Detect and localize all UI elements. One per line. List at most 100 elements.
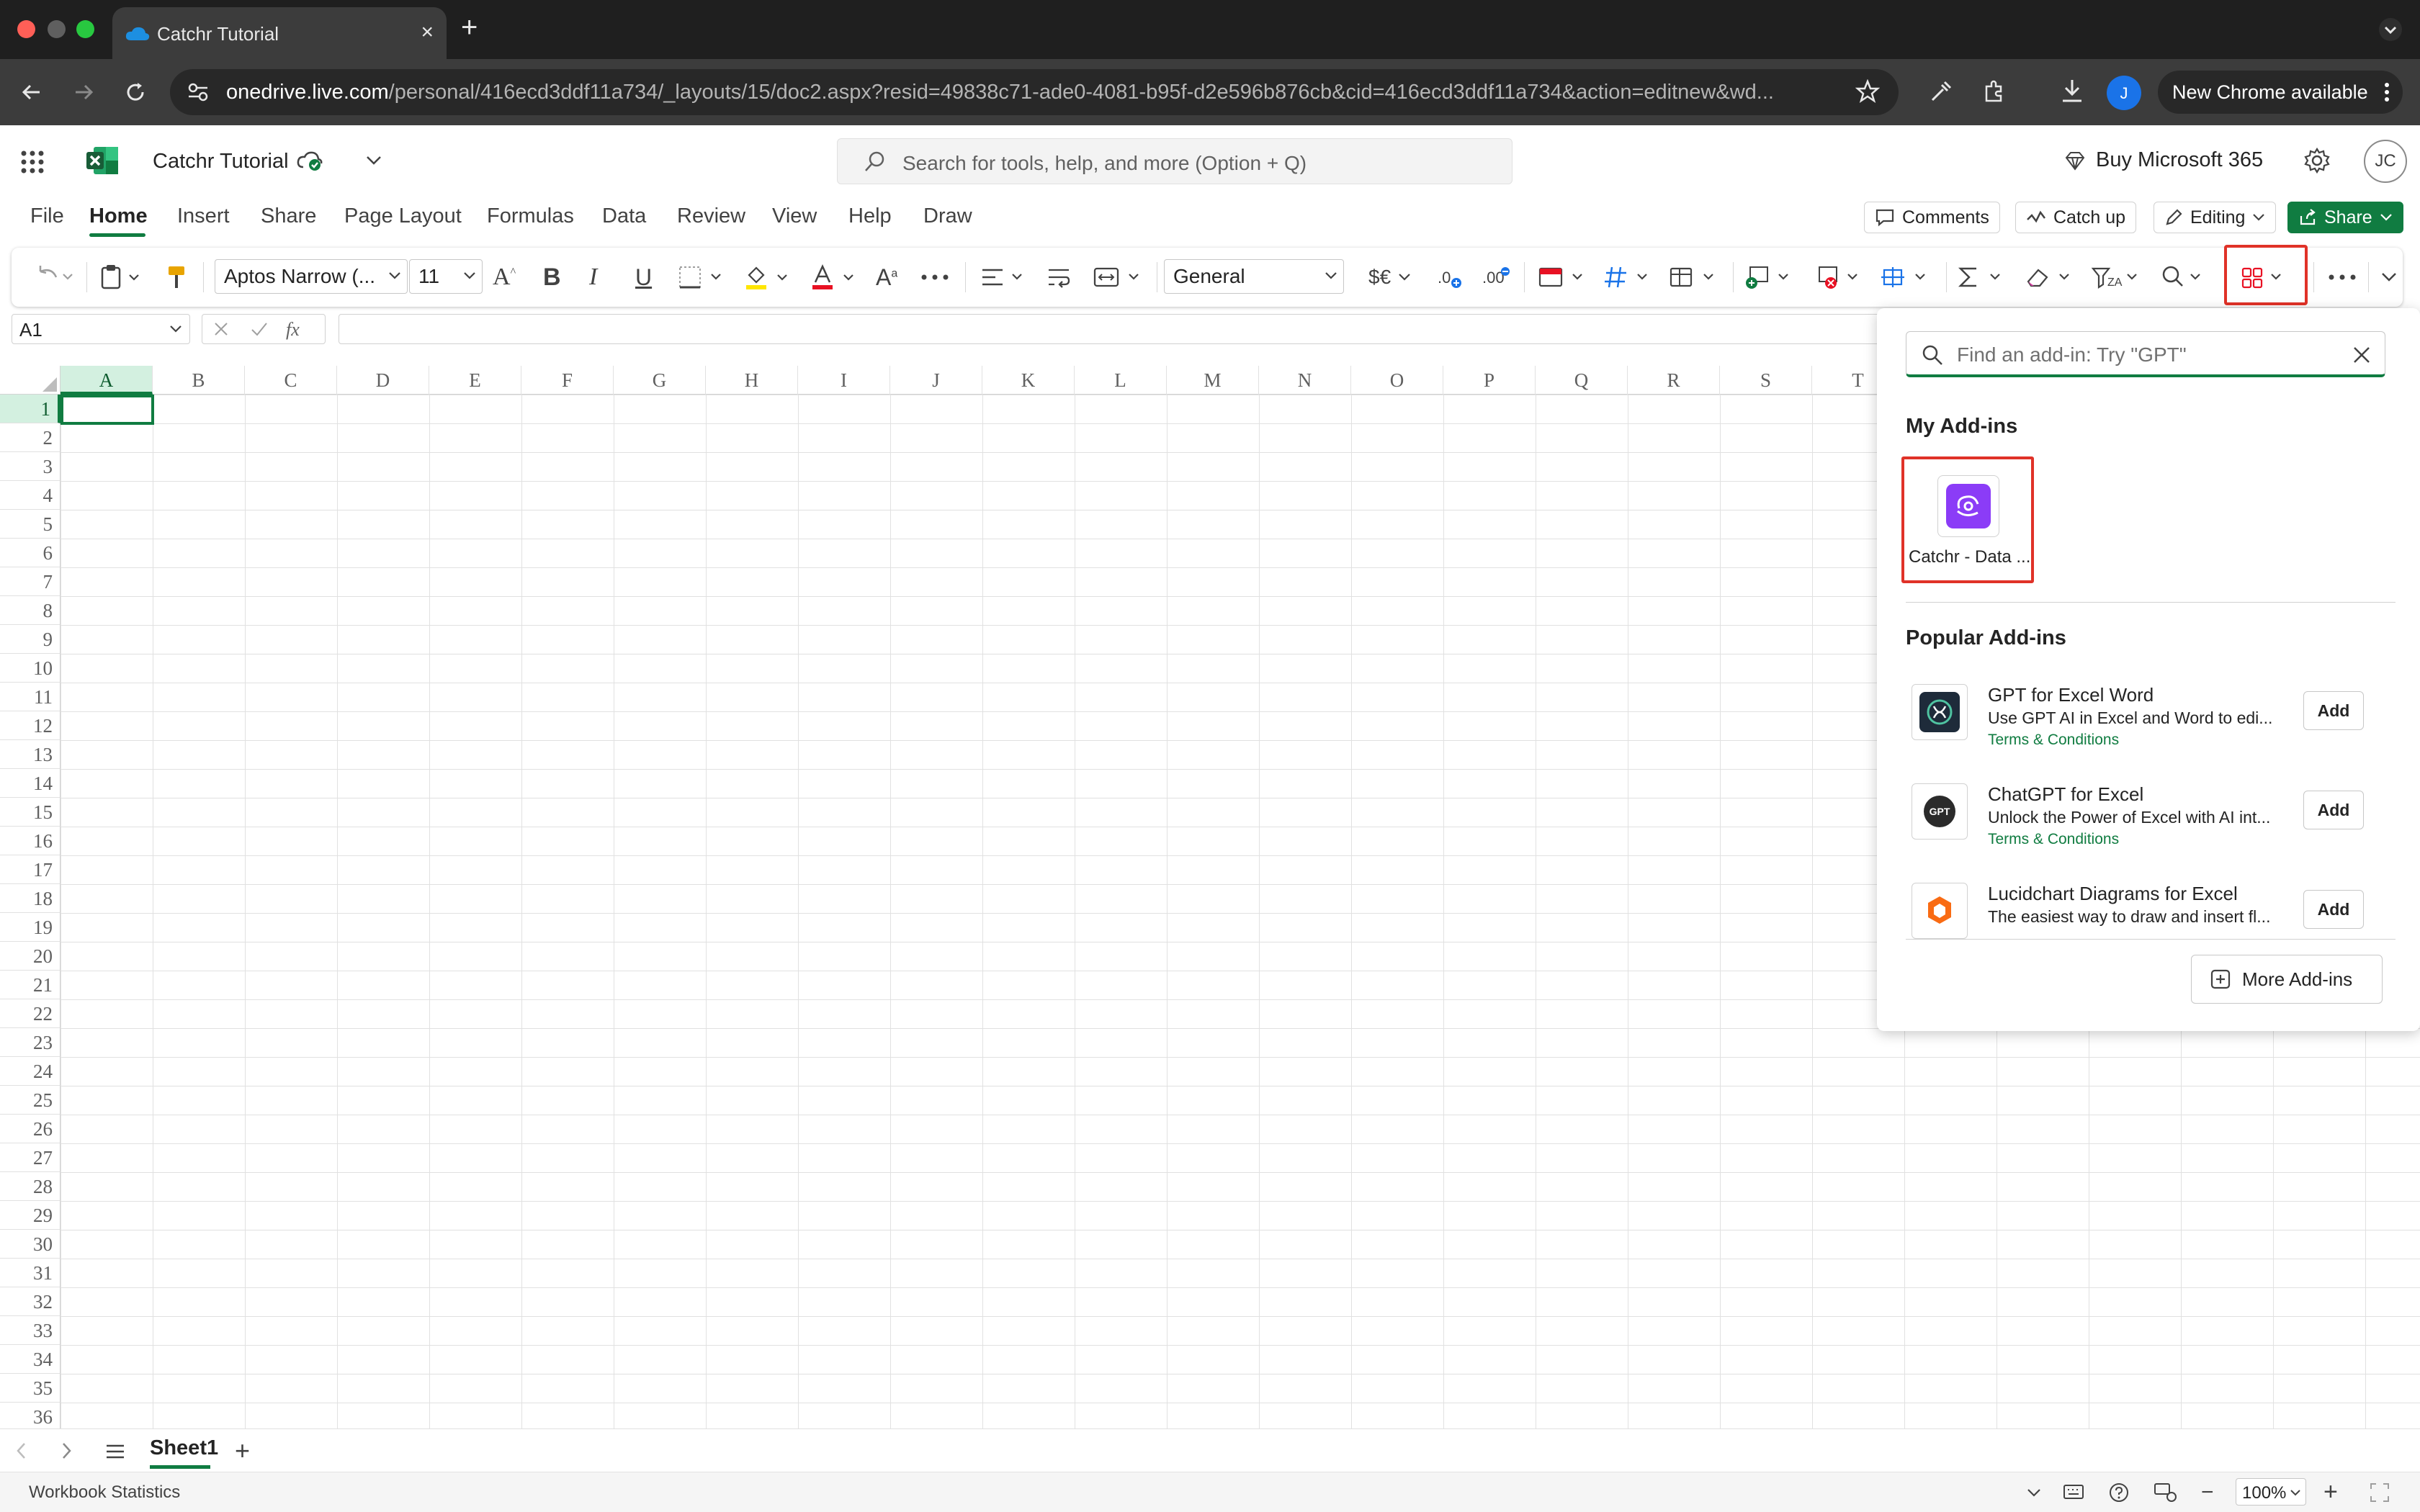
format-as-table-button[interactable] [1603,262,1657,292]
row-header-35[interactable]: 35 [0,1374,60,1403]
site-info-icon[interactable] [187,82,209,102]
tab-file[interactable]: File [30,204,64,228]
autosum-button[interactable] [1956,262,2009,292]
format-cells-button[interactable] [1880,262,1933,292]
chevron-down-icon[interactable] [2378,17,2403,42]
active-cell-a1[interactable] [60,395,154,425]
column-header-p[interactable]: P [1443,366,1536,395]
column-header-m[interactable]: M [1167,366,1259,395]
row-header-28[interactable]: 28 [0,1172,60,1201]
merge-button[interactable] [1092,262,1147,292]
address-bar[interactable]: onedrive.live.com/personal/416ecd3ddf11a… [170,69,1899,115]
zoom-level-select[interactable]: 100% [2236,1478,2306,1506]
row-header-5[interactable]: 5 [0,510,60,539]
zoom-out-icon[interactable]: − [2201,1482,2214,1503]
my-addin-catchr[interactable]: Catchr - Data ... [1901,456,2034,583]
title-chevron-down-icon[interactable] [366,156,382,166]
column-header-h[interactable]: H [706,366,798,395]
window-minimize-dot[interactable] [48,20,66,38]
row-header-16[interactable]: 16 [0,827,60,855]
column-header-f[interactable]: F [521,366,614,395]
row-header-7[interactable]: 7 [0,567,60,596]
tab-view[interactable]: View [772,204,817,228]
profile-avatar[interactable]: J [2106,75,2142,111]
buy-microsoft-365-link[interactable]: Buy Microsoft 365 [2096,148,2263,172]
add-addin-button[interactable]: Add [2303,691,2364,730]
tab-formulas[interactable]: Formulas [487,204,574,228]
document-title[interactable]: Catchr Tutorial [153,150,289,174]
font-name-select[interactable]: Aptos Narrow (... [215,259,408,294]
row-header-8[interactable]: 8 [0,596,60,625]
row-header-33[interactable]: 33 [0,1316,60,1345]
column-header-d[interactable]: D [337,366,429,395]
row-header-14[interactable]: 14 [0,769,60,798]
italic-button[interactable]: I [589,262,597,292]
align-button[interactable] [980,262,1030,292]
currency-format-button[interactable]: $€ [1368,262,1411,292]
insert-function-icon[interactable]: fx [286,319,300,341]
tab-help[interactable]: Help [848,204,892,228]
more-addins-button[interactable]: More Add-ins [2191,955,2383,1004]
row-header-11[interactable]: 11 [0,683,60,711]
clear-search-icon[interactable] [2352,345,2372,365]
row-header-18[interactable]: 18 [0,884,60,913]
user-avatar[interactable]: JC [2364,140,2407,183]
number-format-select[interactable]: General [1164,259,1344,294]
comments-button[interactable]: Comments [1864,202,2000,233]
reload-icon[interactable] [118,75,153,109]
row-header-32[interactable]: 32 [0,1287,60,1316]
chrome-update-button[interactable]: New Chrome available [2158,71,2403,114]
row-header-2[interactable]: 2 [0,423,60,452]
row-header-26[interactable]: 26 [0,1115,60,1143]
clear-button[interactable] [2024,262,2077,292]
status-chevron-down-icon[interactable] [2027,1488,2041,1497]
bookmark-star-icon[interactable] [1855,79,1880,104]
column-header-l[interactable]: L [1075,366,1167,395]
font-color-button[interactable] [810,262,860,292]
row-header-12[interactable]: 12 [0,711,60,740]
tab-share[interactable]: Share [261,204,316,228]
row-header-10[interactable]: 10 [0,654,60,683]
row-header-30[interactable]: 30 [0,1230,60,1259]
row-header-34[interactable]: 34 [0,1345,60,1374]
workbook-statistics-button[interactable]: Workbook Statistics [29,1482,180,1503]
eyedropper-icon[interactable] [1929,79,1953,104]
row-header-1[interactable]: 1 [0,395,60,423]
catch-up-button[interactable]: Catch up [2015,202,2137,233]
download-icon[interactable] [2060,78,2084,104]
paste-button[interactable] [99,262,144,292]
add-addin-button[interactable]: Add [2303,791,2364,829]
select-all-corner[interactable] [0,366,60,395]
row-header-24[interactable]: 24 [0,1057,60,1086]
row-header-3[interactable]: 3 [0,452,60,481]
fill-color-button[interactable] [743,262,794,292]
row-header-21[interactable]: 21 [0,971,60,999]
column-header-n[interactable]: N [1259,366,1351,395]
row-header-6[interactable]: 6 [0,539,60,567]
find-select-button[interactable] [2161,262,2207,292]
extensions-icon[interactable] [1982,79,2007,104]
column-header-b[interactable]: B [153,366,245,395]
row-header-27[interactable]: 27 [0,1143,60,1172]
editing-mode-button[interactable]: Editing [2154,202,2277,233]
back-icon[interactable] [14,75,49,109]
row-header-4[interactable]: 4 [0,481,60,510]
add-sheet-icon[interactable]: + [235,1438,250,1464]
sort-filter-button[interactable]: ZA [2090,262,2143,292]
app-launcher-icon[interactable] [20,150,45,174]
add-addin-button[interactable]: Add [2303,890,2364,929]
more-font-options-button[interactable] [920,262,949,292]
row-header-23[interactable]: 23 [0,1028,60,1057]
share-button[interactable]: Share [2287,202,2403,233]
confirm-entry-icon[interactable] [250,320,269,338]
column-header-k[interactable]: K [982,366,1075,395]
cancel-entry-icon[interactable] [212,320,230,338]
column-header-s[interactable]: S [1720,366,1812,395]
column-header-a[interactable]: A [60,366,153,395]
decrease-decimal-button[interactable]: .00 [1481,262,1511,292]
row-header-15[interactable]: 15 [0,798,60,827]
column-header-c[interactable]: C [245,366,337,395]
borders-button[interactable] [677,262,727,292]
row-header-17[interactable]: 17 [0,855,60,884]
name-box[interactable]: A1 [12,314,190,344]
